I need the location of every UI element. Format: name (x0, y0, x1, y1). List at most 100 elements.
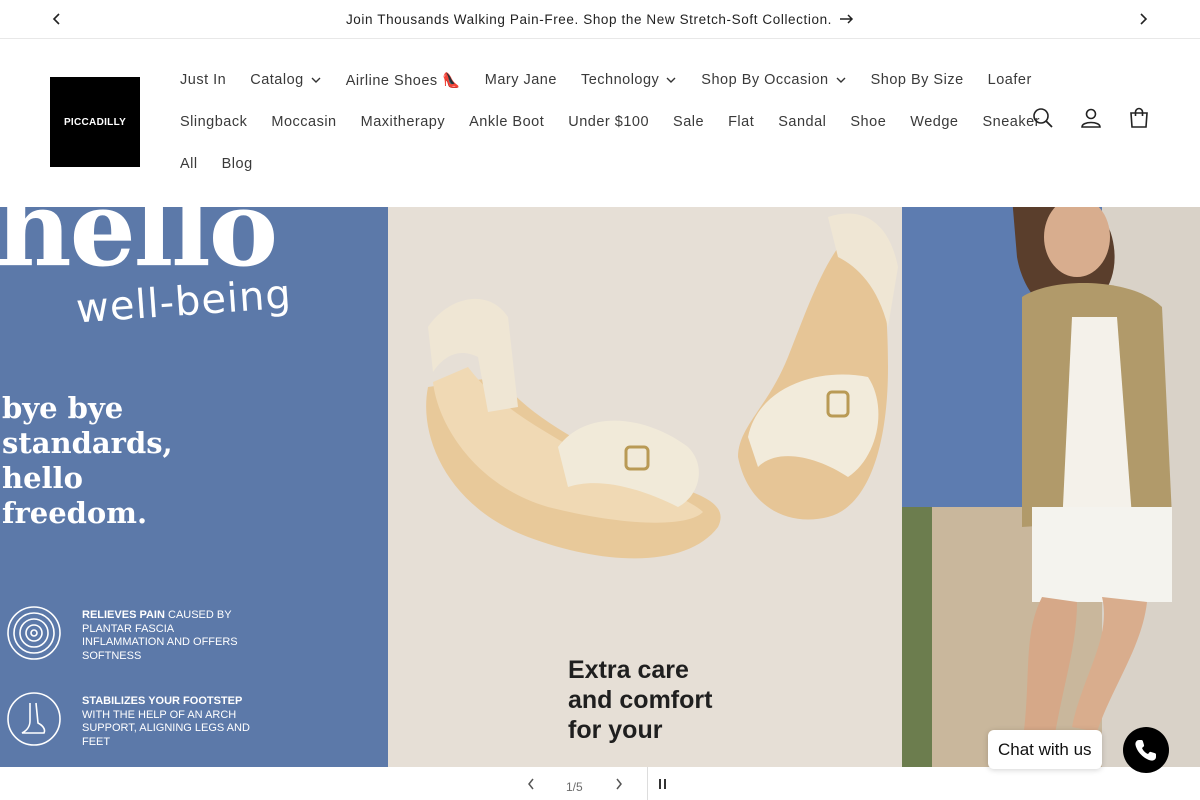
nav-item-catalog[interactable]: Catalog (238, 72, 333, 88)
model-image (902, 207, 1200, 767)
nav-item-mary-jane[interactable]: Mary Jane (473, 72, 569, 88)
nav-item-technology[interactable]: Technology (569, 72, 689, 88)
tagline-line: hello (2, 461, 83, 495)
chevron-right-icon (1140, 13, 1148, 25)
chevron-left-icon (528, 778, 534, 790)
nav-item-shoe[interactable]: Shoe (838, 114, 898, 130)
sandals-image (426, 213, 898, 559)
hero-extra-text: Extra care and comfort for your (568, 655, 712, 745)
nav-label: Slingback (180, 114, 248, 130)
controls-divider (647, 767, 648, 800)
nav-label: Shoe (850, 114, 887, 130)
announcement-prev-button[interactable] (47, 9, 67, 29)
announcement-next-button[interactable] (1133, 9, 1153, 29)
whatsapp-chat-button[interactable] (1123, 727, 1169, 773)
chat-with-us-label[interactable]: Chat with us (988, 730, 1102, 769)
nav-label: Ankle Boot (469, 114, 545, 130)
search-button[interactable] (1030, 105, 1056, 131)
nav-label: Sale (673, 114, 705, 130)
nav-label: Airline Shoes 👠 (345, 72, 461, 89)
slide-pause-button[interactable] (654, 775, 672, 793)
tagline-line: freedom. (2, 496, 148, 530)
nav-item-shop-by-size[interactable]: Shop By Size (859, 72, 976, 88)
nav-label: Blog (221, 156, 253, 172)
feature-bold: STABILIZES YOUR FOOTSTEP (82, 695, 243, 707)
concentric-circles-icon (7, 606, 61, 660)
hero-left-panel: hello well-being bye bye standards, hell… (0, 207, 388, 767)
nav-item-ankle-boot[interactable]: Ankle Boot (457, 114, 556, 130)
account-button[interactable] (1078, 105, 1104, 131)
chat-label-text: Chat with us (998, 739, 1092, 759)
slide-counter: 1/5 (566, 780, 583, 794)
nav-label: Catalog (250, 72, 304, 88)
nav-label: Sandal (778, 114, 827, 130)
nav-item-just-in[interactable]: Just In (168, 72, 238, 88)
chevron-left-icon (52, 13, 60, 25)
chevron-down-icon (836, 77, 846, 83)
hero-slideshow: hello well-being bye bye standards, hell… (0, 207, 1200, 767)
feature-text: STABILIZES YOUR FOOTSTEP WITH THE HELP O… (82, 695, 252, 749)
feature-relieves-pain: RELIEVES PAIN CAUSED BY PLANTAR FASCIA I… (6, 605, 252, 663)
logo-text: PICCADILLY (63, 116, 127, 128)
chevron-down-icon (666, 77, 676, 83)
feature-bold: RELIEVES PAIN (82, 609, 165, 621)
nav-label: Moccasin (271, 114, 337, 130)
nav-item-blog[interactable]: Blog (210, 156, 265, 172)
nav-row-1: Just In Catalog Airline Shoes 👠 Mary Jan… (168, 59, 1031, 101)
nav-item-maxitherapy[interactable]: Maxitherapy (349, 114, 457, 130)
nav-item-loafer[interactable]: Loafer (976, 72, 1044, 88)
nav-item-under-100[interactable]: Under $100 (556, 114, 661, 130)
nav-label: Technology (580, 72, 660, 88)
nav-label: Mary Jane (484, 72, 557, 88)
foot-icon (7, 692, 61, 746)
announcement-text: Join Thousands Walking Pain-Free. Shop t… (345, 11, 833, 27)
nav-row-2: Slingback Moccasin Maxitherapy Ankle Boo… (168, 101, 1039, 143)
nav-label: All (180, 156, 198, 172)
nav-item-sandal[interactable]: Sandal (766, 114, 838, 130)
hero-model-panel (902, 207, 1200, 767)
nav-item-shop-by-occasion[interactable]: Shop By Occasion (689, 72, 858, 88)
nav-label: Loafer (987, 72, 1032, 88)
phone-icon (1135, 740, 1156, 761)
nav-item-airline-shoes[interactable]: Airline Shoes 👠 (334, 72, 473, 89)
hero-product-panel: Extra care and comfort for your (388, 207, 902, 767)
nav-item-slingback[interactable]: Slingback (168, 114, 259, 130)
nav-item-flat[interactable]: Flat (716, 114, 766, 130)
pause-icon (659, 779, 666, 789)
nav-item-sale[interactable]: Sale (661, 114, 716, 130)
extra-line: for your (568, 716, 663, 744)
extra-line: and comfort (568, 686, 713, 714)
header-icons (1030, 105, 1152, 131)
main-nav: Just In Catalog Airline Shoes 👠 Mary Jan… (168, 59, 1039, 185)
slideshow-controls: 1/5 (0, 767, 1200, 800)
nav-label: Shop By Size (870, 72, 964, 88)
cart-button[interactable] (1126, 105, 1152, 131)
nav-label: Flat (728, 114, 755, 130)
feature-text: RELIEVES PAIN CAUSED BY PLANTAR FASCIA I… (82, 609, 252, 663)
tagline-line: standards, (2, 426, 173, 460)
arrow-right-icon (840, 14, 854, 24)
hero-tagline: bye bye standards, hello freedom. (2, 391, 173, 531)
nav-row-3: All Blog (168, 143, 1008, 185)
slide-prev-button[interactable] (522, 775, 540, 793)
nav-label: Under $100 (568, 114, 650, 130)
announcement-bar: Join Thousands Walking Pain-Free. Shop t… (0, 0, 1200, 39)
nav-label: Shop By Occasion (701, 72, 829, 88)
nav-label: Wedge (910, 114, 959, 130)
site-header: PICCADILLY Just In Catalog Airline Shoes… (0, 39, 1200, 207)
chevron-right-icon (616, 778, 622, 790)
nav-label: Maxitherapy (360, 114, 446, 130)
nav-item-moccasin[interactable]: Moccasin (259, 114, 348, 130)
tagline-line: bye bye (2, 391, 124, 425)
extra-line: Extra care (568, 656, 689, 684)
brand-logo[interactable]: PICCADILLY (50, 77, 140, 167)
feature-rest: WITH THE HELP OF AN ARCH SUPPORT, ALIGNI… (82, 708, 250, 748)
nav-item-wedge[interactable]: Wedge (898, 114, 970, 130)
slide-next-button[interactable] (610, 775, 628, 793)
nav-item-all[interactable]: All (168, 156, 210, 172)
nav-label: Just In (180, 72, 227, 88)
announcement-link[interactable]: Join Thousands Walking Pain-Free. Shop t… (346, 12, 854, 27)
account-icon (1081, 108, 1101, 128)
feature-stabilizes: STABILIZES YOUR FOOTSTEP WITH THE HELP O… (6, 691, 252, 749)
chevron-down-icon (311, 77, 321, 83)
